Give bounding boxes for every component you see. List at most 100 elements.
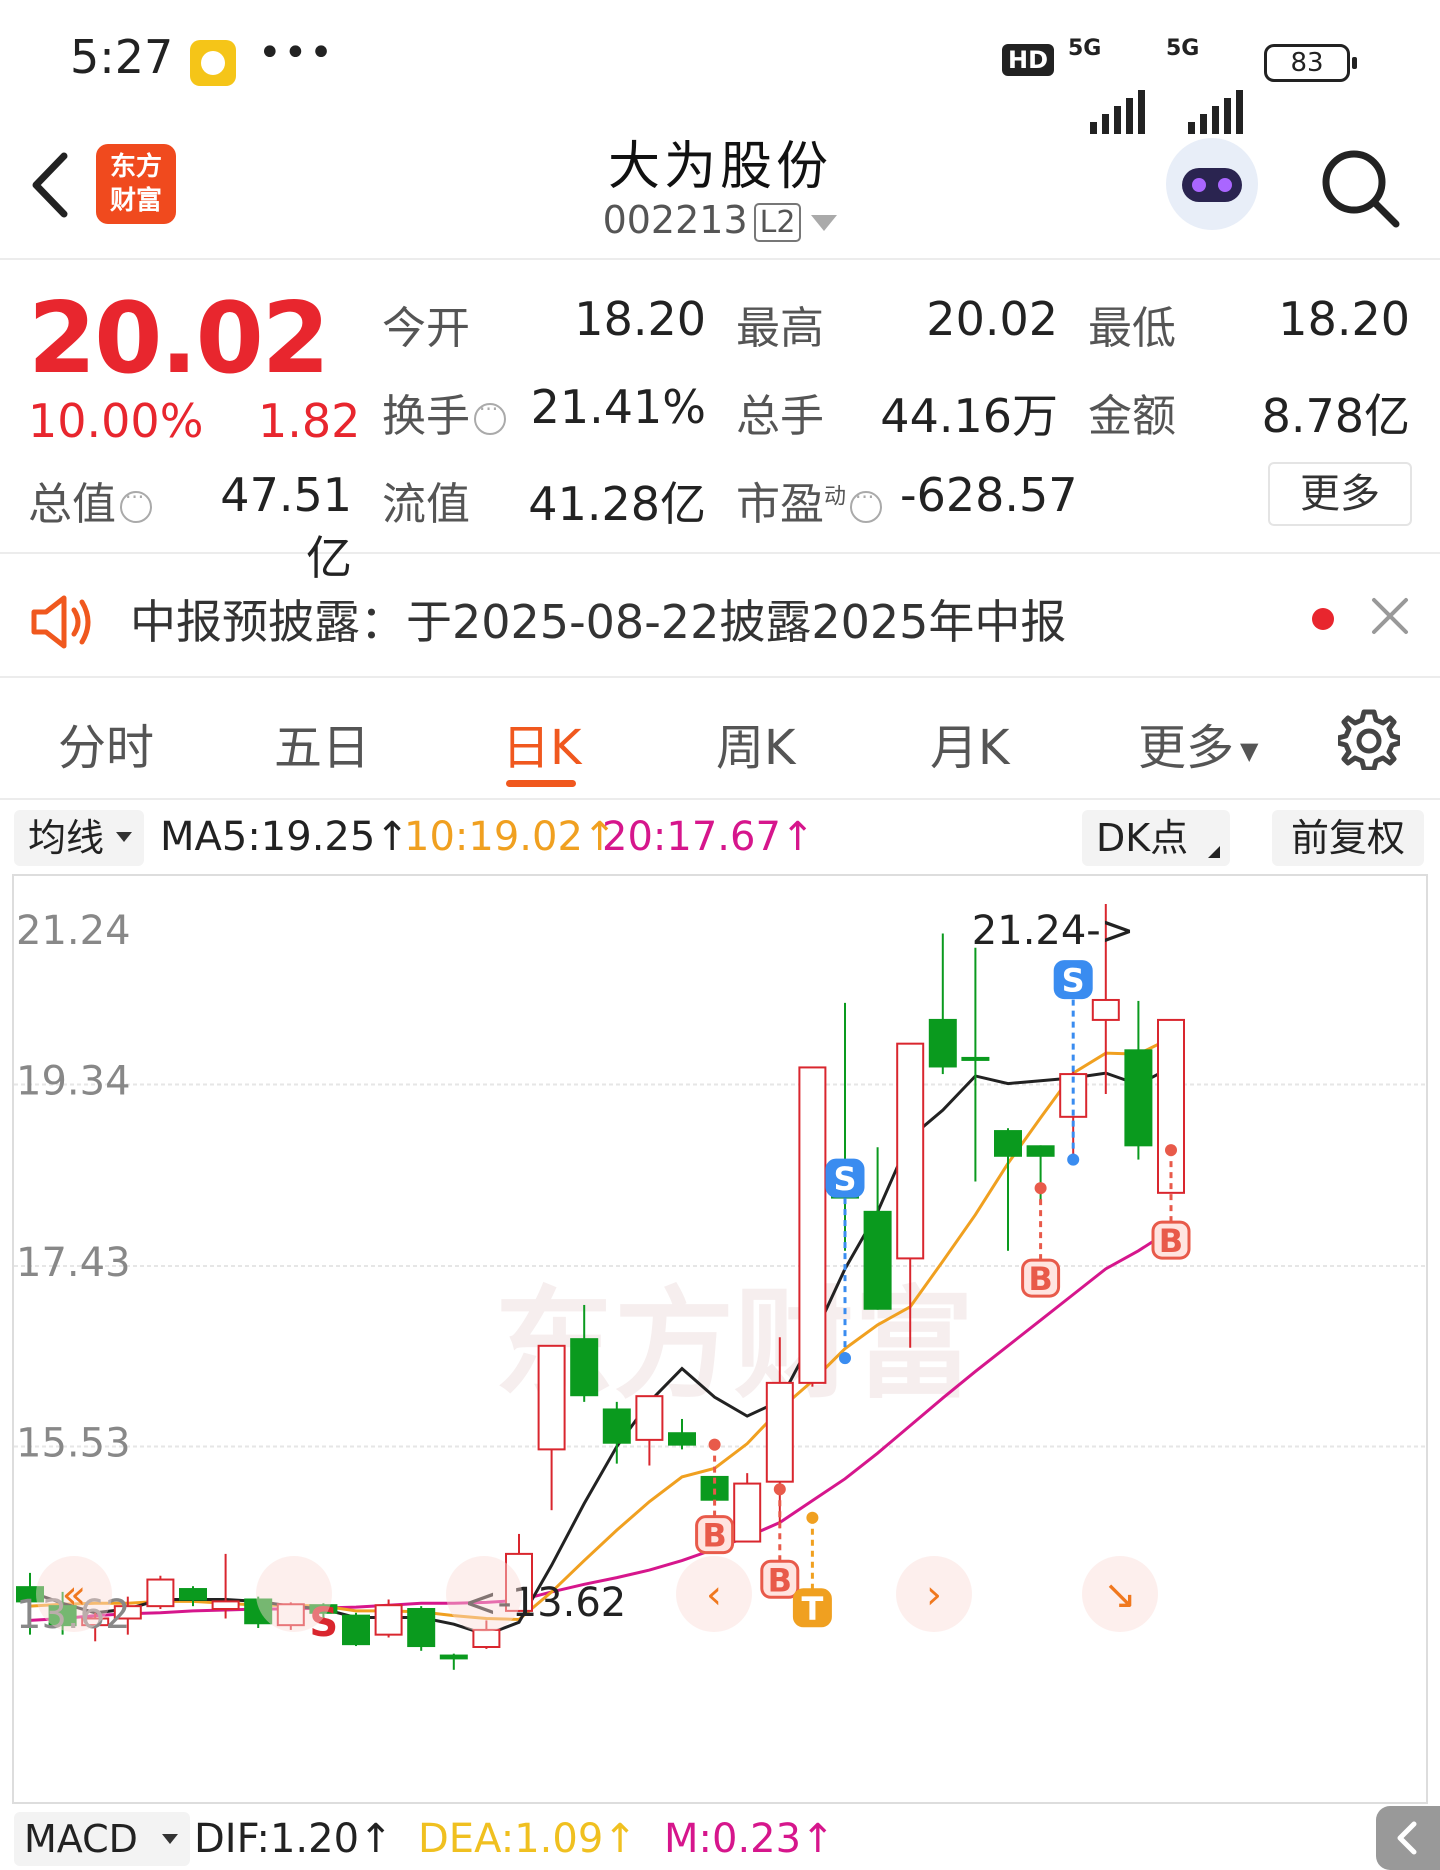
ma-selector-button[interactable]: 均线 [14, 810, 144, 866]
candle-body [1124, 1049, 1153, 1147]
signal-5g-icon-2: 5G [1166, 36, 1248, 134]
search-icon[interactable] [1318, 146, 1402, 230]
signal-badge-label: B [702, 1517, 726, 1555]
status-time: 5:27 [70, 30, 174, 84]
speaker-icon [31, 595, 91, 649]
overlay-button-bg [256, 1556, 332, 1632]
ma5-value: MA5:19.25↑ [160, 814, 409, 860]
price-adjust-button[interactable]: 前复权 [1272, 810, 1424, 866]
info-icon [474, 397, 506, 435]
change-amount: 1.82 [258, 394, 361, 448]
chevron-left-icon [1397, 1821, 1417, 1855]
signal-badge-label: B [1028, 1260, 1052, 1298]
kline-chart[interactable]: 东方财富 SBBTSBSB 21.2419.3417.4315.5313.62 … [12, 874, 1428, 1804]
scroll-left-fast-button[interactable] [256, 1556, 332, 1632]
step-forward-button[interactable]: › [896, 1556, 972, 1632]
signal-badge-label: B [768, 1561, 792, 1599]
pe-label[interactable]: 市盈动 [736, 468, 883, 532]
candle-body [798, 1066, 827, 1384]
high-label: 最高 [736, 303, 824, 354]
candle-body [896, 1042, 925, 1260]
info-icon [120, 485, 152, 523]
tab-weekly-k[interactable]: 周K [716, 708, 795, 778]
candle-body [179, 1588, 207, 1601]
candle-body [863, 1210, 892, 1310]
candle-body [374, 1604, 403, 1636]
battery-icon: 83 [1264, 44, 1357, 82]
info-icon [850, 485, 883, 523]
signal-badge-label: S [1062, 962, 1085, 1000]
macd-selector-button[interactable]: MACD [14, 1812, 190, 1866]
volume-value: 44.16万 [880, 389, 1058, 443]
candle-body [961, 1056, 990, 1061]
tab-monthly-k[interactable]: 月K [930, 708, 1009, 778]
ai-assistant-robot-icon[interactable] [1166, 138, 1258, 230]
signal-badge-label: T [801, 1590, 823, 1628]
last-price: 20.02 [28, 282, 330, 396]
overlay-button-icon: « [62, 1572, 86, 1618]
y-axis-label: 17.43 [16, 1240, 131, 1286]
candle-body [928, 1018, 957, 1068]
turnover-value: 21.41% [530, 380, 706, 434]
tab-intraday[interactable]: 分时 [58, 708, 154, 778]
candle-body [342, 1614, 370, 1646]
dropdown-caret-icon [811, 214, 838, 231]
overlay-button-icon: › [926, 1572, 942, 1618]
notification-app-icon [190, 40, 236, 86]
candle-body [1091, 998, 1120, 1021]
amount-label: 金额 [1088, 391, 1176, 442]
quote-panel: 20.02 10.00% 1.82 今开 18.20 最高 20.02 最低 1… [0, 262, 1440, 585]
notice-text: 中报预披露：于2025-08-22披露2025年中报 [130, 595, 1067, 649]
macd-dif-value: DIF:1.20↑ [194, 1816, 393, 1862]
candle-body [668, 1432, 696, 1446]
level2-badge: L2 [753, 203, 802, 242]
signal-badge-label: B [1159, 1222, 1183, 1260]
dk-point-button[interactable]: DK点 [1082, 810, 1230, 866]
ma-indicator-bar: 均线 MA5:19.25↑ 10:19.02↑ 20:17.67↑ DK点 前复… [0, 802, 1440, 872]
zoom-out-button[interactable]: « [36, 1556, 112, 1632]
macd-m-value: M:0.23↑ [664, 1816, 835, 1862]
more-quote-button[interactable]: 更多 [1268, 462, 1412, 526]
status-bar: 5:27 ••• HD 5G 5G 83 [0, 0, 1440, 134]
tab-daily-k[interactable]: 日K [502, 708, 581, 778]
tab-more[interactable]: 更多 ▼ [1138, 708, 1258, 778]
float-cap-label: 流值 [382, 479, 470, 530]
candle-body [635, 1395, 664, 1441]
signal-5g-icon-1: 5G [1068, 36, 1150, 134]
collapse-panel-button[interactable] [1376, 1806, 1440, 1870]
gear-icon[interactable] [1338, 708, 1400, 770]
watermark: 东方财富 [494, 1276, 974, 1415]
ma10-value: 10:19.02↑ [404, 814, 617, 860]
overlay-button-icon: ‹ [706, 1572, 722, 1618]
fullscreen-button[interactable]: ↘ [1082, 1556, 1158, 1632]
turnover-label[interactable]: 换手 [382, 380, 506, 444]
overlay-button-bg [446, 1556, 522, 1632]
tab-five-day[interactable]: 五日 [274, 708, 370, 778]
candle-body [146, 1578, 175, 1608]
amount-value: 8.78亿 [1261, 389, 1410, 443]
ma20-value: 20:17.67↑ [602, 814, 815, 860]
stock-code: 002213 [602, 198, 748, 242]
market-cap-label[interactable]: 总值 [28, 468, 152, 532]
y-axis-label: 21.24 [16, 908, 131, 954]
low-value: 18.20 [1278, 292, 1410, 346]
low-label: 最低 [1088, 303, 1176, 354]
open-label: 今开 [382, 303, 470, 354]
volume-label: 总手 [736, 391, 824, 442]
candle-body [994, 1130, 1022, 1157]
y-axis-label: 15.53 [16, 1421, 131, 1467]
notice-banner[interactable]: 中报预披露：于2025-08-22披露2025年中报 [0, 556, 1440, 678]
overlay-button-icon: ↘ [1103, 1572, 1137, 1618]
kline-chart-svg[interactable]: 东方财富 SBBTSBSB 21.2419.3417.4315.5313.62 … [14, 876, 1426, 1802]
close-icon[interactable] [1370, 596, 1410, 636]
pan-button[interactable] [446, 1556, 522, 1632]
hd-voice-icon: HD [1002, 44, 1055, 76]
change-percent: 10.00% [28, 394, 204, 448]
step-back-button[interactable]: ‹ [676, 1556, 752, 1632]
macd-indicator-bar: MACD DIF:1.20↑ DEA:1.09↑ M:0.23↑ [0, 1806, 1440, 1870]
candle-body [407, 1607, 436, 1648]
signal-badge-label: S [833, 1160, 856, 1198]
candle-body [439, 1654, 468, 1660]
open-value: 18.20 [574, 292, 706, 346]
y-axis-label: 19.34 [16, 1059, 131, 1105]
